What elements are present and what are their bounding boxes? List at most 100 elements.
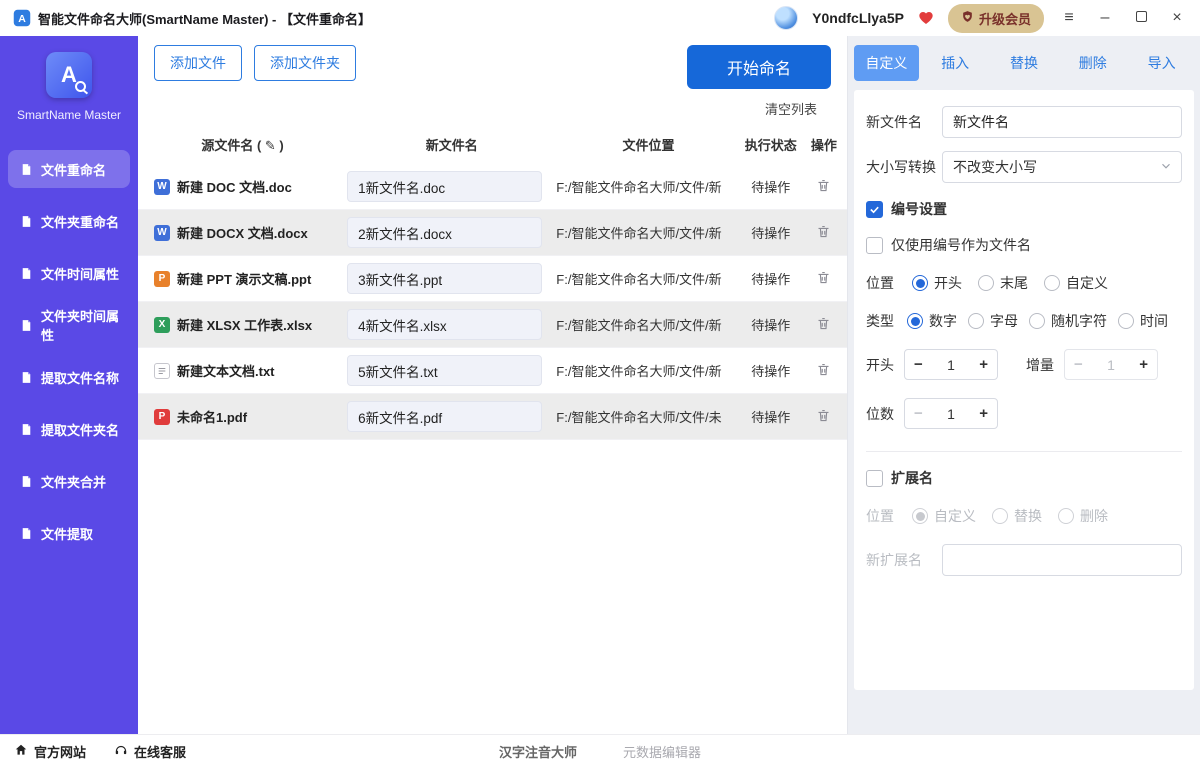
radio-ext-delete[interactable]: 删除 (1058, 506, 1108, 526)
file-icon (20, 215, 33, 228)
new-name-field-row: 新文件名 (866, 106, 1182, 138)
sidebar-item-extract-filename[interactable]: 提取文件名称 (8, 358, 130, 396)
position-radio-group: 位置 开头 末尾 自定义 (866, 273, 1182, 293)
delete-row-button[interactable] (812, 268, 835, 290)
tab-import[interactable]: 导入 (1129, 45, 1194, 81)
sidebar-item-extract-foldername[interactable]: 提取文件夹名 (8, 410, 130, 448)
new-name-input[interactable] (347, 309, 542, 340)
window-title: 智能文件命名大师(SmartName Master) - 【文件重命名】 (38, 9, 371, 28)
table-header-row: 源文件名 ( ✎ ) 新文件名 文件位置 执行状态 操作 (138, 123, 847, 164)
txt-file-icon (154, 363, 170, 379)
new-name-label: 新文件名 (866, 112, 942, 132)
sidebar-item-file-extract[interactable]: 文件提取 (8, 514, 130, 552)
close-button[interactable]: × (1166, 7, 1188, 29)
headset-icon (114, 743, 128, 760)
case-select[interactable]: 不改变大小写 (942, 151, 1182, 183)
new-extension-field[interactable] (942, 544, 1182, 576)
radio-icon (912, 275, 928, 291)
new-name-input[interactable] (347, 401, 542, 432)
radio-icon (1118, 313, 1134, 329)
online-support-label: 在线客服 (134, 742, 186, 761)
tab-insert[interactable]: 插入 (923, 45, 988, 81)
increment-button[interactable]: + (979, 406, 988, 421)
sidebar-item-folder-rename[interactable]: 文件夹重命名 (8, 202, 130, 240)
case-field-row: 大小写转换 不改变大小写 (866, 151, 1182, 183)
online-support-link[interactable]: 在线客服 (114, 742, 186, 761)
radio-label: 删除 (1080, 506, 1108, 526)
increment-button[interactable]: + (979, 357, 988, 372)
radio-icon (968, 313, 984, 329)
start-rename-button[interactable]: 开始命名 (687, 45, 831, 89)
minimize-button[interactable]: – (1094, 7, 1116, 29)
radio-type-random[interactable]: 随机字符 (1029, 311, 1107, 331)
chevron-down-icon (1159, 159, 1173, 176)
only-number-checkbox[interactable]: 仅使用编号作为文件名 (866, 235, 1182, 255)
delete-row-button[interactable] (812, 406, 835, 428)
tab-delete[interactable]: 删除 (1060, 45, 1125, 81)
checkbox-icon (866, 470, 883, 487)
new-name-field[interactable] (942, 106, 1182, 138)
sidebar-item-label: 提取文件夹名 (41, 420, 119, 439)
delete-row-button[interactable] (812, 314, 835, 336)
file-icon (20, 267, 33, 280)
tab-replace[interactable]: 替换 (992, 45, 1057, 81)
pinyin-master-link[interactable]: 汉字注音大师 (499, 742, 577, 761)
type-radio-group: 类型 数字 字母 随机字符 时间 (866, 311, 1182, 331)
add-folder-button[interactable]: 添加文件夹 (254, 45, 356, 81)
new-name-input[interactable] (347, 217, 542, 248)
sidebar-item-folder-time[interactable]: 文件夹时间属性 (8, 306, 130, 344)
new-name-input[interactable] (347, 355, 542, 386)
increment-button[interactable]: + (1139, 357, 1148, 372)
extension-position-group: 位置 自定义 替换 删除 (866, 506, 1182, 526)
add-file-button[interactable]: 添加文件 (154, 45, 242, 81)
file-path: F:/智能文件命名大师/文件/新 (556, 269, 740, 288)
file-table: 源文件名 ( ✎ ) 新文件名 文件位置 执行状态 操作 W 新建 DOC 文档… (138, 123, 847, 734)
radio-ext-custom[interactable]: 自定义 (912, 506, 976, 526)
decrement-button[interactable]: − (1074, 357, 1083, 372)
radio-type-letter[interactable]: 字母 (968, 311, 1018, 331)
radio-position-custom[interactable]: 自定义 (1044, 273, 1108, 293)
table-body: W 新建 DOC 文档.doc F:/智能文件命名大师/文件/新 待操作 W 新… (138, 164, 847, 440)
radio-type-time[interactable]: 时间 (1118, 311, 1168, 331)
sidebar-item-file-rename[interactable]: 文件重命名 (8, 150, 130, 188)
radio-icon (992, 508, 1008, 524)
settings-panel: 自定义 插入 替换 删除 导入 新文件名 大小写转换 不改变大小写 (848, 36, 1200, 734)
radio-ext-replace[interactable]: 替换 (992, 506, 1042, 526)
start-increment-row: 开头 − 1 + 增量 − 1 + (866, 349, 1182, 380)
tab-custom[interactable]: 自定义 (854, 45, 919, 81)
official-site-link[interactable]: 官方网站 (14, 742, 86, 761)
clear-list-button[interactable]: 清空列表 (765, 102, 817, 117)
sidebar-item-label: 提取文件名称 (41, 368, 119, 387)
table-row: W 新建 DOCX 文档.docx F:/智能文件命名大师/文件/新 待操作 (138, 210, 847, 256)
delete-row-button[interactable] (812, 222, 835, 244)
vip-heart-icon[interactable] (918, 10, 934, 26)
user-avatar[interactable] (774, 6, 798, 30)
upgrade-member-button[interactable]: 升级会员 (948, 4, 1044, 33)
radio-position-end[interactable]: 末尾 (978, 273, 1028, 293)
extension-checkbox[interactable]: 扩展名 (866, 468, 1182, 488)
numbering-checkbox[interactable]: 编号设置 (866, 199, 1182, 219)
digits-stepper-label: 位数 (866, 404, 894, 424)
source-file-name: 新建 DOC 文档.doc (177, 177, 292, 196)
decrement-button[interactable]: − (914, 406, 923, 421)
sidebar-item-folder-merge[interactable]: 文件夹合并 (8, 462, 130, 500)
menu-icon[interactable]: ≡ (1058, 7, 1080, 29)
new-name-input[interactable] (347, 263, 542, 294)
radio-icon (1058, 508, 1074, 524)
delete-row-button[interactable] (812, 176, 835, 198)
maximize-button[interactable] (1130, 7, 1152, 29)
xlsx-file-icon: X (154, 317, 170, 333)
status-label: 待操作 (741, 177, 801, 196)
radio-position-start[interactable]: 开头 (912, 273, 962, 293)
status-label: 待操作 (741, 269, 801, 288)
decrement-button[interactable]: − (914, 357, 923, 372)
sidebar: A SmartName Master 文件重命名 文件夹重命名 文件时间属性 (0, 36, 138, 734)
metadata-editor-link[interactable]: 元数据编辑器 (623, 742, 701, 761)
sidebar-item-file-time[interactable]: 文件时间属性 (8, 254, 130, 292)
header-source-name: 源文件名 ( ✎ ) (138, 135, 347, 154)
app-logo-icon: A (12, 8, 32, 28)
delete-row-button[interactable] (812, 360, 835, 382)
radio-type-number[interactable]: 数字 (907, 311, 957, 331)
only-number-label: 仅使用编号作为文件名 (891, 235, 1031, 255)
new-name-input[interactable] (347, 171, 542, 202)
